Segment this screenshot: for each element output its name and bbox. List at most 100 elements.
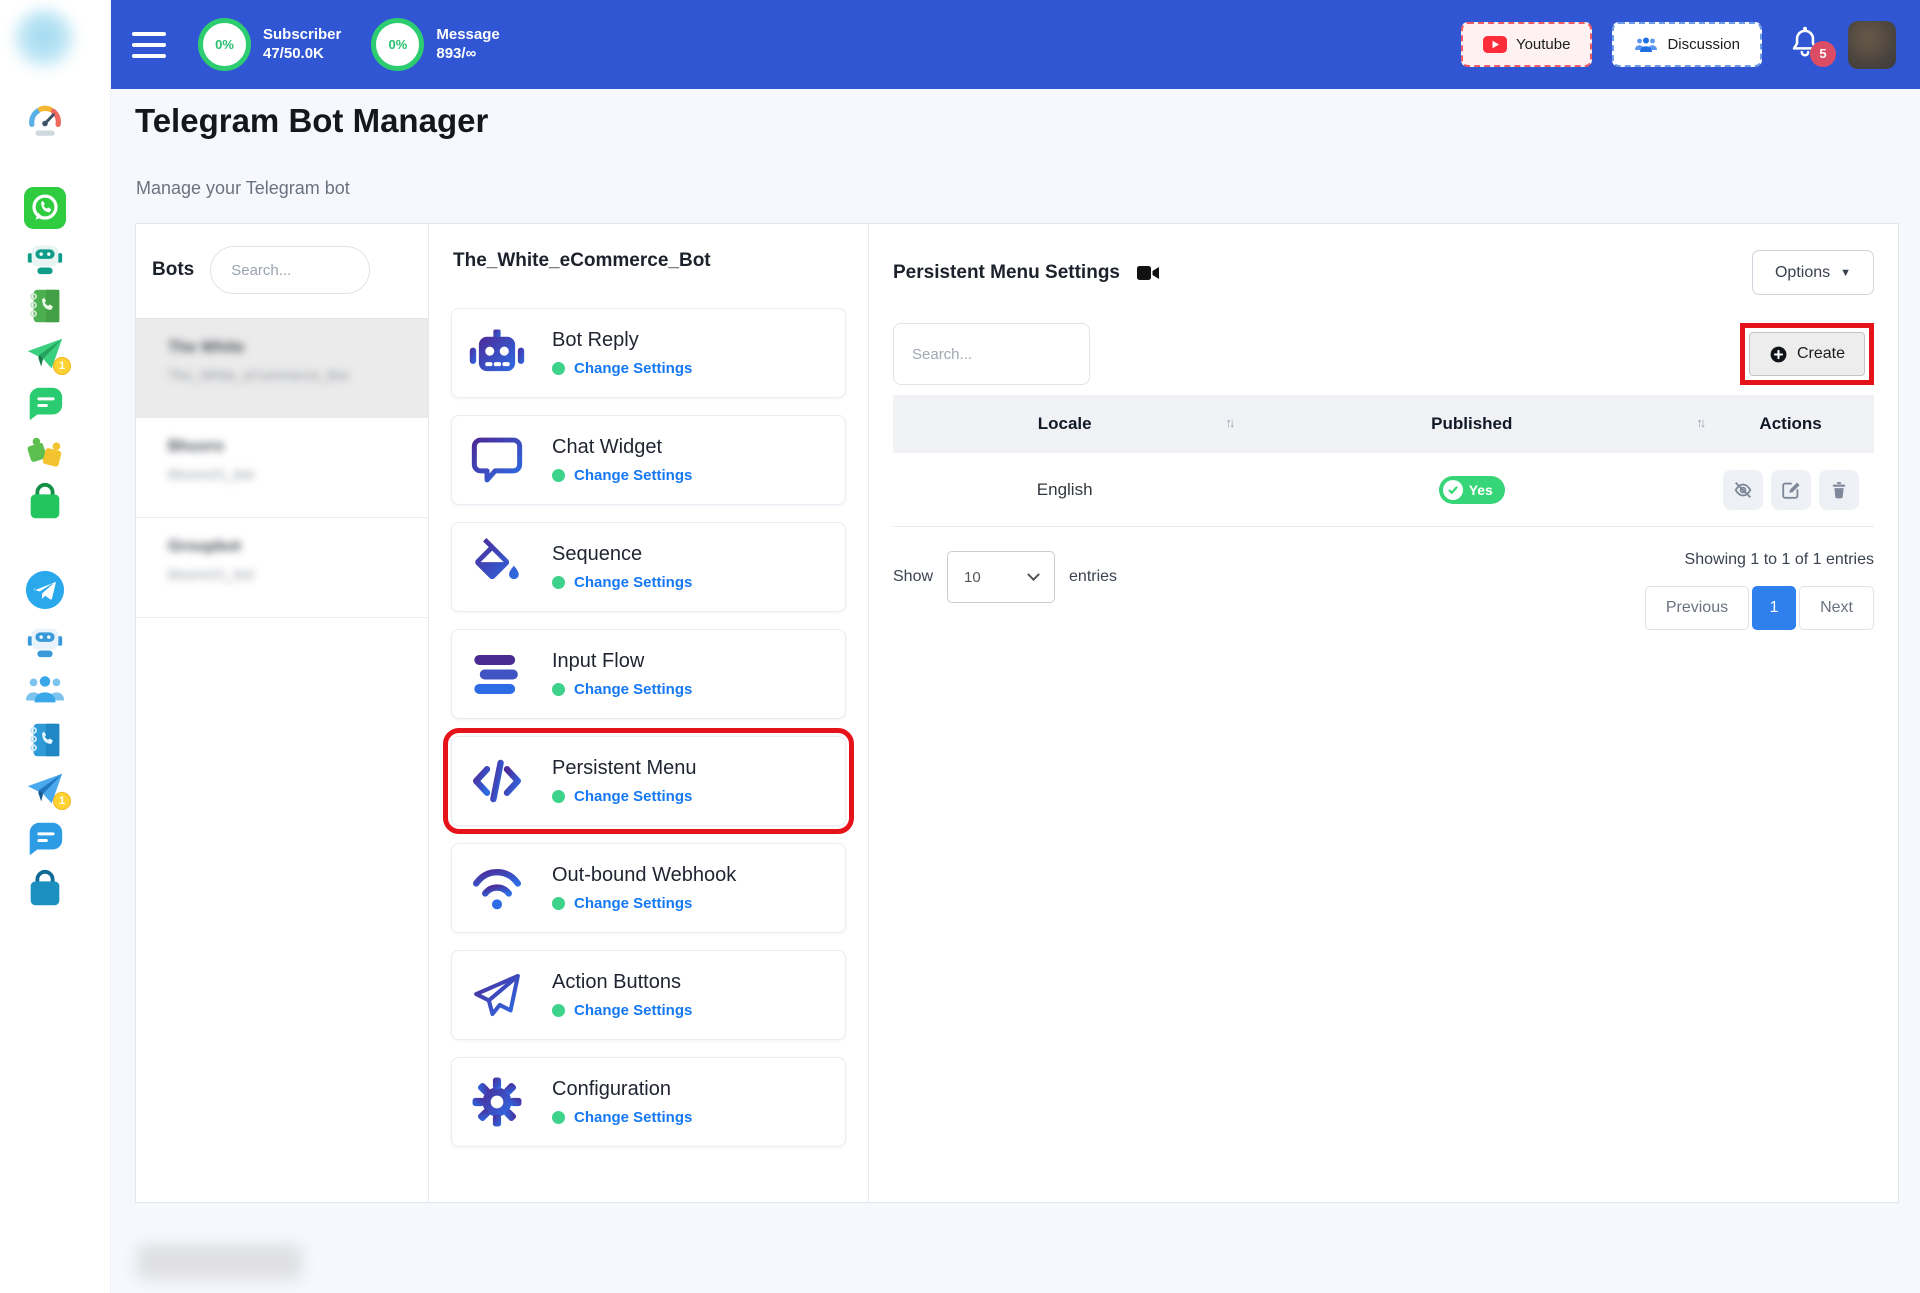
menu-card-label: Persistent Menu [552, 757, 697, 779]
previous-page-button[interactable]: Previous [1644, 586, 1750, 630]
status-dot [552, 683, 565, 696]
locales-table: Locale ↑↓ Published ↑↓ Actions English Y… [893, 395, 1874, 527]
chat-bubble-icon [468, 431, 526, 489]
edit-icon [1781, 482, 1800, 499]
actions-cell [1707, 469, 1874, 510]
robot-blue-icon[interactable] [23, 618, 67, 662]
page-title: Telegram Bot Manager [135, 102, 489, 139]
menu-card-label: Chat Widget [552, 436, 663, 458]
menu-card-configuration[interactable]: Configuration Change Settings [451, 1057, 846, 1147]
paper-plane-green-icon[interactable]: 1 [23, 333, 71, 377]
column-header-published: Published ↑↓ [1431, 414, 1706, 433]
discussion-button[interactable]: Discussion [1612, 22, 1762, 67]
message-stat: 0% Message 893/∞ [371, 18, 500, 71]
contact-book-green-icon[interactable] [23, 284, 67, 328]
hide-button[interactable] [1722, 469, 1763, 510]
status-dot [552, 362, 565, 375]
menu-card-action-buttons[interactable]: Action Buttons Change Settings [451, 950, 846, 1040]
bot-menu-panel: The_White_eCommerce_Bot Bot Reply Change… [429, 224, 869, 1202]
users-blue-icon[interactable] [23, 668, 67, 712]
plus-circle-icon [1770, 346, 1787, 362]
menu-card-outbound-webhook[interactable]: Out-bound Webhook Change Settings [451, 843, 846, 933]
dashboard-gauge-icon[interactable] [23, 98, 67, 142]
message-label: Message [436, 25, 500, 43]
robot-green-icon[interactable] [23, 235, 67, 279]
change-settings-link[interactable]: Change Settings [574, 895, 692, 912]
status-dot [552, 897, 565, 910]
video-camera-icon[interactable] [1136, 263, 1160, 283]
youtube-label: Youtube [1515, 36, 1571, 53]
gear-icon [468, 1073, 526, 1131]
table-header-row: Locale ↑↓ Published ↑↓ Actions [893, 395, 1874, 453]
whatsapp-icon[interactable] [23, 186, 67, 230]
menu-card-persistent-menu[interactable]: Persistent Menu Change Settings [443, 728, 854, 834]
chat-bubble-blue-icon[interactable] [23, 817, 67, 861]
status-dot [552, 1004, 565, 1017]
message-progress-ring: 0% [371, 18, 425, 71]
chevron-down-icon: ▼ [1840, 266, 1851, 279]
menu-card-label: Bot Reply [552, 329, 639, 351]
bot-list-item[interactable]: Groupbot bhuvro21_bot [136, 518, 428, 618]
eye-slash-icon [1734, 481, 1751, 498]
create-button[interactable]: Create [1748, 332, 1865, 376]
subscriber-value: 47/50.0K [263, 45, 324, 62]
hamburger-menu-icon[interactable] [132, 31, 168, 58]
status-dot [552, 469, 565, 482]
menu-card-label: Sequence [552, 543, 643, 565]
change-settings-link[interactable]: Change Settings [574, 681, 692, 698]
app-logo[interactable] [12, 8, 76, 72]
menu-card-sequence[interactable]: Sequence Change Settings [451, 522, 846, 612]
page-1-button[interactable]: 1 [1752, 586, 1797, 630]
menu-card-input-flow[interactable]: Input Flow Change Settings [451, 629, 846, 719]
change-settings-link[interactable]: Change Settings [574, 360, 692, 377]
showing-entries-text: Showing 1 to 1 of 1 entries [1684, 551, 1874, 568]
youtube-icon [1482, 35, 1507, 53]
menu-card-bot-reply[interactable]: Bot Reply Change Settings [451, 308, 846, 398]
bot-list-item[interactable]: Bhuvro bhuvro21_bot [136, 418, 428, 518]
change-settings-link[interactable]: Change Settings [574, 1109, 692, 1126]
page-subtitle: Manage your Telegram bot [136, 178, 350, 198]
options-button[interactable]: Options ▼ [1751, 250, 1874, 295]
menu-card-label: Action Buttons [552, 971, 681, 993]
change-settings-link[interactable]: Change Settings [574, 467, 692, 484]
telegram-bot-manager-page: 1 1 0% Subscriber 47/50.0K 0% Message 89… [0, 0, 1920, 1293]
chevron-down-icon [1027, 567, 1040, 581]
subscriber-progress-ring: 0% [198, 18, 251, 71]
sort-icon[interactable]: ↑↓ [1225, 415, 1235, 430]
sort-icon[interactable]: ↑↓ [1696, 415, 1706, 430]
shopping-bag-blue-icon[interactable] [23, 867, 67, 911]
bot-list-item[interactable]: The White The_White_eCommerce_Bot [136, 318, 428, 418]
bots-search-input[interactable] [210, 246, 371, 294]
change-settings-link[interactable]: Change Settings [574, 788, 692, 805]
paper-plane-blue-icon[interactable]: 1 [23, 768, 71, 812]
bars-icon [468, 645, 526, 703]
edit-button[interactable] [1770, 469, 1811, 510]
paper-plane-icon [468, 966, 526, 1024]
telegram-icon[interactable] [23, 568, 67, 612]
youtube-button[interactable]: Youtube [1460, 22, 1593, 67]
notifications-button[interactable]: 5 [1788, 23, 1836, 67]
change-settings-link[interactable]: Change Settings [574, 574, 692, 591]
menu-card-chat-widget[interactable]: Chat Widget Change Settings [451, 415, 846, 505]
chat-bubble-green-icon[interactable] [23, 382, 67, 426]
entries-label: entries [1069, 568, 1118, 585]
top-header-bar: 0% Subscriber 47/50.0K 0% Message 893/∞ … [110, 0, 1920, 89]
status-dot [552, 790, 565, 803]
subscriber-stat: 0% Subscriber 47/50.0K [198, 18, 341, 71]
user-avatar[interactable] [1848, 20, 1896, 69]
notification-count-badge: 5 [1810, 40, 1836, 67]
status-dot [552, 576, 565, 589]
pagination: Previous 1 Next [1644, 586, 1874, 630]
change-settings-link[interactable]: Change Settings [574, 1002, 692, 1019]
delete-button[interactable] [1818, 469, 1859, 510]
shopping-bag-green-icon[interactable] [23, 480, 67, 524]
contact-book-blue-icon[interactable] [23, 718, 67, 762]
settings-panel-title: Persistent Menu Settings [893, 262, 1120, 283]
persistent-menu-settings-panel: Persistent Menu Settings Options ▼ Searc… [869, 224, 1898, 1202]
locale-cell: English [1036, 479, 1093, 499]
next-page-button[interactable]: Next [1799, 586, 1874, 630]
entries-per-page-select[interactable]: 10 [947, 551, 1056, 603]
menu-card-label: Out-bound Webhook [552, 864, 737, 886]
menu-search-input[interactable] [893, 323, 1090, 385]
puzzle-integration-icon[interactable] [23, 431, 67, 475]
